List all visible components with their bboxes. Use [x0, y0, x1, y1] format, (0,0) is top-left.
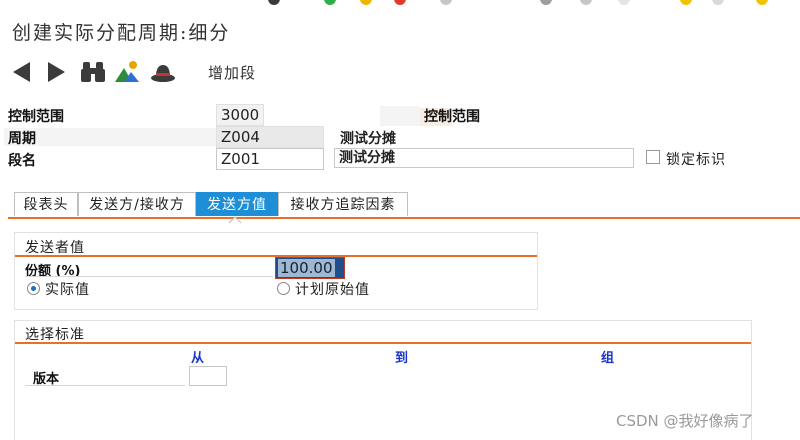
segment-name-field[interactable]: Z001	[216, 148, 324, 170]
browser-dot-icon	[440, 0, 452, 5]
browser-dot-icon	[712, 0, 724, 5]
browser-dot-icon	[580, 0, 592, 5]
column-group: 组	[601, 351, 615, 366]
binoculars-icon[interactable]	[80, 60, 106, 84]
column-to: 到	[395, 351, 409, 366]
control-area-field[interactable]: 3000	[216, 104, 264, 126]
cycle-field[interactable]: Z004	[216, 126, 324, 148]
share-value-text: 100.00	[278, 259, 335, 277]
control-area-label: 控制范围	[8, 109, 64, 125]
tab-sender-values[interactable]: 发送方值	[196, 192, 278, 216]
tab-strip: 段表头 发送方/接收方 发送方值 接收方追踪因素	[8, 192, 408, 218]
row-divider	[25, 385, 185, 386]
row-divider	[25, 276, 273, 277]
cycle-text: 测试分摊	[340, 131, 396, 147]
watermark: CSDN @我好像病了	[616, 412, 754, 430]
browser-dot-icon	[540, 0, 552, 5]
tab-receiver-tracing-factors[interactable]: 接收方追踪因素	[278, 192, 408, 216]
cycle-label: 周期	[8, 131, 36, 147]
column-from: 从	[191, 351, 205, 366]
toolbar	[10, 58, 200, 88]
add-segment-button[interactable]: 增加段	[208, 62, 256, 83]
version-from-field[interactable]	[189, 366, 227, 386]
sender-values-group: 发送者值 份额 (%) 100.00 实际值 计划原始值	[14, 232, 538, 310]
sender-values-title: 发送者值	[25, 240, 85, 256]
tab-pointer-icon	[228, 216, 242, 224]
triangle-right-icon[interactable]	[46, 60, 68, 84]
mountain-sun-icon[interactable]	[114, 60, 140, 84]
window-title: 创建实际分配周期:细分	[12, 22, 231, 44]
browser-dot-icon	[360, 0, 372, 5]
actual-value-label: 实际值	[45, 282, 90, 298]
lock-checkbox[interactable]	[646, 150, 660, 164]
control-area-text: 控制范围	[424, 109, 480, 125]
selection-criteria-title: 选择标准	[25, 327, 85, 343]
browser-icon-strip	[0, 0, 800, 6]
segment-label: 段名	[8, 153, 36, 169]
browser-dot-icon	[394, 0, 406, 5]
triangle-left-icon[interactable]	[10, 60, 32, 84]
share-percent-field[interactable]: 100.00	[275, 257, 345, 279]
browser-dot-icon	[756, 0, 768, 5]
browser-dot-icon	[618, 0, 630, 5]
hat-icon[interactable]	[150, 60, 176, 84]
lock-label: 锁定标识	[666, 152, 726, 168]
obscured-region	[380, 106, 420, 126]
segment-description-field[interactable]: 测试分摊	[334, 148, 634, 168]
group-divider	[15, 342, 751, 344]
browser-dot-icon	[268, 0, 280, 5]
browser-dot-icon	[324, 0, 336, 5]
tab-underline	[8, 217, 800, 219]
plan-original-radio[interactable]	[277, 282, 290, 295]
plan-original-label: 计划原始值	[295, 282, 370, 298]
actual-value-radio[interactable]	[27, 282, 40, 295]
tab-segment-header[interactable]: 段表头	[14, 192, 78, 216]
browser-dot-icon	[680, 0, 692, 5]
tab-sender-receiver[interactable]: 发送方/接收方	[78, 192, 196, 216]
